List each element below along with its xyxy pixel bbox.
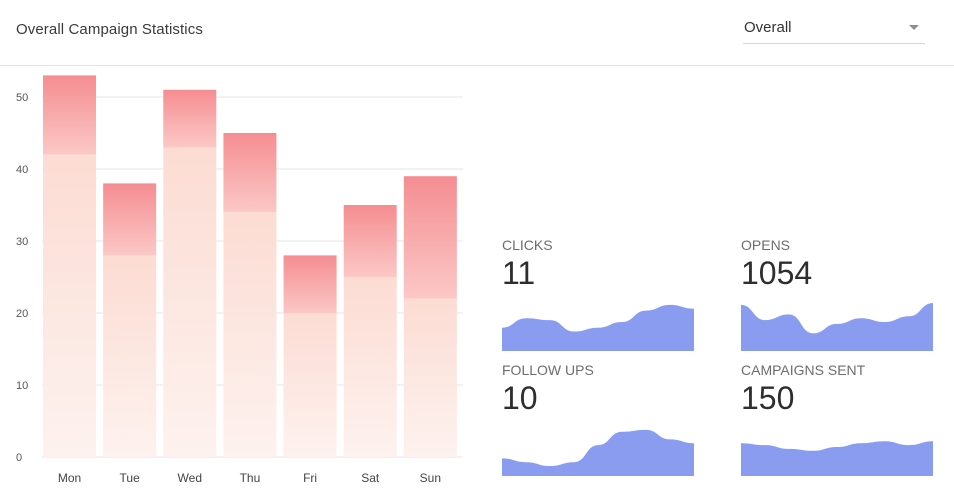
overall-filter-select[interactable]: Overall (743, 14, 925, 44)
bar-segment (223, 212, 277, 457)
weekly-bar-chart: 0 10 20 30 40 50 Mon Tue Wed Thu Fri Sat Sun (0, 66, 480, 501)
bar-segment (223, 133, 277, 213)
stat-label: Clicks (502, 237, 553, 253)
stat-label: Follow ups (502, 362, 594, 378)
x-tick-label: Sun (420, 471, 441, 485)
x-tick-label: Mon (58, 471, 81, 485)
bar-segment (103, 183, 157, 256)
sparkline-area (741, 441, 933, 476)
y-tick-label: 40 (16, 164, 28, 176)
bar-segment (163, 89, 217, 148)
bar-segment (163, 147, 217, 457)
sparkline (502, 304, 694, 351)
sparkline (502, 429, 694, 476)
header: Overall Campaign Statistics Overall (0, 0, 954, 66)
stat-value: 150 (741, 380, 795, 416)
sparkline (741, 441, 933, 476)
page-title: Overall Campaign Statistics (16, 21, 203, 38)
y-tick-label: 10 (16, 380, 28, 392)
bar-segment (343, 277, 397, 457)
sparkline-area (502, 429, 694, 476)
bar-segment (283, 313, 337, 457)
bar-segment (343, 205, 397, 277)
stat-label: Campaigns sent (741, 362, 866, 378)
stat-value: 10 (502, 380, 538, 416)
stat-label: Opens (741, 237, 791, 253)
y-tick-label: 20 (16, 308, 28, 320)
sparkline-area (502, 304, 694, 351)
sparkline-area (741, 303, 933, 351)
x-tick-label: Wed (178, 471, 202, 485)
stat-value: 11 (502, 255, 536, 291)
bar-chart-svg: 0 10 20 30 40 50 Mon Tue Wed Thu Fri Sat Sun (16, 75, 463, 485)
y-tick-label: 0 (16, 452, 22, 464)
x-tick-label: Thu (240, 471, 261, 485)
sparkline (741, 303, 933, 351)
bar-segment (43, 75, 96, 155)
filter-selected-value: Overall (744, 19, 792, 36)
y-tick-label: 50 (16, 92, 28, 104)
x-tick-label: Fri (303, 471, 317, 485)
bar-segment (43, 154, 96, 457)
bar-segment (283, 255, 337, 313)
y-tick-label: 30 (16, 236, 28, 248)
chevron-down-icon (909, 25, 919, 30)
x-tick-label: Sat (361, 471, 380, 485)
bar-segment (103, 255, 157, 457)
stat-value: 1054 (741, 255, 813, 291)
bar-segment (403, 298, 457, 457)
bar-segment (403, 176, 457, 299)
x-tick-label: Tue (120, 471, 141, 485)
